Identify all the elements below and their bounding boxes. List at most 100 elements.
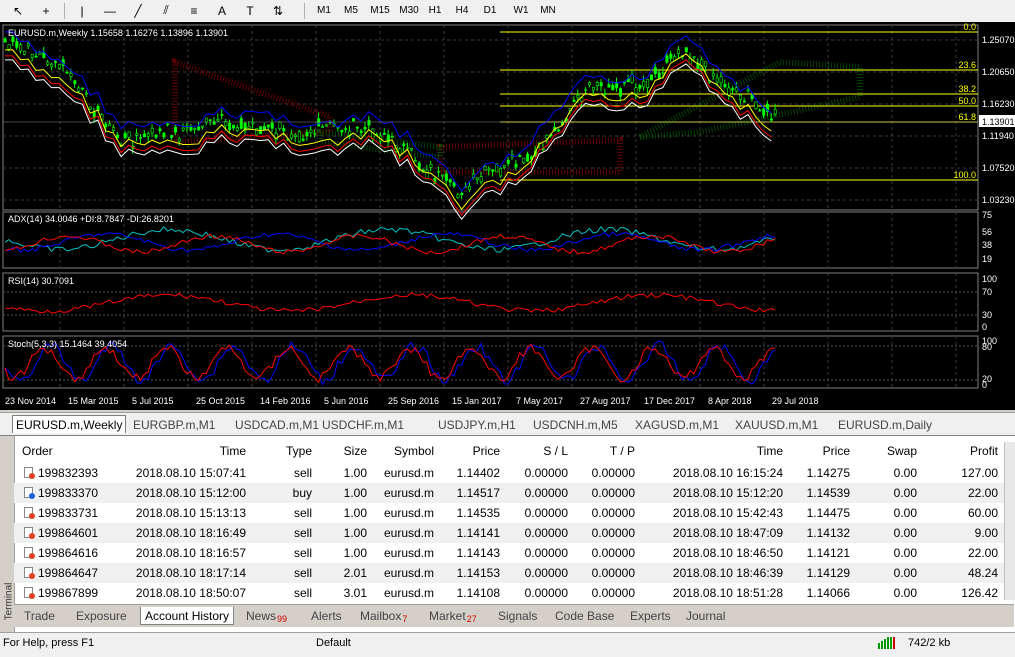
cell-type: sell <box>293 586 312 600</box>
terminal-tab-mailbox[interactable]: Mailbox 7 <box>360 607 407 624</box>
timeframe-m15[interactable]: M15 <box>368 3 392 18</box>
column-header-s-l[interactable]: S / L <box>543 444 568 458</box>
cell-close-time: 2018.08.10 18:47:09 <box>672 526 783 540</box>
cell-tp: 0.00000 <box>591 506 635 520</box>
timeframe-m30[interactable]: M30 <box>397 3 421 18</box>
table-row[interactable]: 199864616 2018.08.10 18:16:57 sell 1.00 euru… <box>14 543 1004 563</box>
column-header-time[interactable]: Time <box>220 444 246 458</box>
cell-symbol: eurusd.m <box>383 486 434 500</box>
column-header-profit[interactable]: Profit <box>970 444 998 458</box>
terminal-tab-trade[interactable]: Trade <box>24 607 55 624</box>
cell-close-price: 1.14121 <box>806 546 850 560</box>
chart-tab-eurusd-m-weekly[interactable]: EURUSD.m,Weekly <box>12 415 127 433</box>
tab-label: News <box>246 608 277 623</box>
timeframe-m5[interactable]: M5 <box>341 3 361 18</box>
table-row[interactable]: 199833731 2018.08.10 15:13:13 sell 1.00 euru… <box>14 503 1004 523</box>
chart-tab-xauusd-m-m1[interactable]: XAUUSD.m,M1 <box>735 416 818 433</box>
column-header-type[interactable]: Type <box>286 444 312 458</box>
terminal-tab-market[interactable]: Market 27 <box>429 607 477 624</box>
chart-window[interactable]: 0.0 23.6 38.2 50.0 61.8 100.0 EURUSD.m,Weekly… <box>0 22 1015 410</box>
connection-icon <box>878 637 895 649</box>
cell-close-time: 2018.08.10 18:51:28 <box>672 586 783 600</box>
table-row[interactable]: 199833370 2018.08.10 15:12:00 buy 1.00 eurus… <box>14 483 1004 503</box>
cell-swap: 0.00 <box>893 586 917 600</box>
timeframe-d1[interactable]: D1 <box>480 3 500 18</box>
adx-line <box>4 225 776 253</box>
cell-open-time: 2018.08.10 18:16:49 <box>135 526 246 540</box>
rsi-line <box>4 292 776 314</box>
sell-order-icon <box>24 507 35 519</box>
chart-tab-xagusd-m-m1[interactable]: XAGUSD.m,M1 <box>635 416 719 433</box>
horizontal-line-icon[interactable]: — <box>100 2 120 19</box>
trendline-icon[interactable]: ╱ <box>128 2 148 19</box>
chart-pane-0 <box>2 24 979 211</box>
terminal-tab-code-base[interactable]: Code Base <box>555 607 614 624</box>
stoch-signal-line <box>4 343 776 384</box>
chart-tab-usdjpy-m-h1[interactable]: USDJPY.m,H1 <box>438 416 516 433</box>
cursor-icon[interactable]: ↖ <box>8 2 28 19</box>
chart-tab-usdcnh-m-m5[interactable]: USDCNH.m,M5 <box>533 416 618 433</box>
terminal-tab-exposure[interactable]: Exposure <box>76 607 127 624</box>
sell-order-icon <box>24 567 35 579</box>
cell-price: 1.14517 <box>456 486 500 500</box>
timeframe-h4[interactable]: H4 <box>452 3 472 18</box>
cell-tp: 0.00000 <box>591 566 635 580</box>
fibonacci-icon[interactable]: ≡ <box>184 2 204 19</box>
timeframe-w1[interactable]: W1 <box>511 3 531 18</box>
column-header-symbol[interactable]: Symbol <box>394 444 434 458</box>
status-traffic: 742/2 kb <box>908 637 951 649</box>
cell-symbol: eurusd.m <box>383 546 434 560</box>
vertical-line-icon[interactable]: | <box>72 2 92 19</box>
timeframe-h1[interactable]: H1 <box>425 3 445 18</box>
terminal-tab-experts[interactable]: Experts <box>630 607 671 624</box>
chart-tab-eurgbp-m-m1[interactable]: EURGBP.m,M1 <box>133 416 215 433</box>
cell-close-time: 2018.08.10 15:12:20 <box>672 486 783 500</box>
tab-label: Account History <box>145 608 230 623</box>
cell-order: 199832393 <box>38 466 99 480</box>
cell-order: 199833731 <box>38 506 99 520</box>
cell-close-time: 2018.08.10 18:46:39 <box>672 566 783 580</box>
scrollbar[interactable] <box>1004 442 1015 600</box>
table-row[interactable]: 199832393 2018.08.10 15:07:41 sell 1.00 euru… <box>14 463 1004 483</box>
crosshair-icon[interactable]: + <box>36 2 56 19</box>
column-header-price[interactable]: Price <box>823 444 850 458</box>
text-icon[interactable]: A <box>212 2 232 19</box>
column-header-time[interactable]: Time <box>757 444 783 458</box>
cell-sl: 0.00000 <box>524 526 568 540</box>
column-header-t-p[interactable]: T / P <box>610 444 635 458</box>
table-row[interactable]: 199864647 2018.08.10 18:17:14 sell 2.01 euru… <box>14 563 1004 583</box>
chart-tab-eurusd-m-daily[interactable]: EURUSD.m,Daily <box>838 416 932 433</box>
cell-swap: 0.00 <box>893 506 917 520</box>
column-header-swap[interactable]: Swap <box>887 444 917 458</box>
terminal-tab-alerts[interactable]: Alerts <box>311 607 342 624</box>
arrows-icon[interactable]: ⇅ <box>268 2 288 19</box>
column-header-price[interactable]: Price <box>473 444 500 458</box>
timeframe-m1[interactable]: M1 <box>314 3 334 18</box>
adx-scale-label: 56 <box>982 227 992 237</box>
cell-sl: 0.00000 <box>524 466 568 480</box>
status-help: For Help, press F1 <box>3 637 95 649</box>
column-header-order[interactable]: Order <box>22 444 53 458</box>
table-row[interactable]: 199864601 2018.08.10 18:16:49 sell 1.00 euru… <box>14 523 1004 543</box>
terminal-tab-account-history[interactable]: Account History <box>140 607 235 625</box>
ma-blue-line <box>4 31 772 193</box>
cell-swap: 0.00 <box>893 566 917 580</box>
cell-sl: 0.00000 <box>524 566 568 580</box>
adx-scale-label: 75 <box>982 210 992 220</box>
column-header-size[interactable]: Size <box>344 444 367 458</box>
price-scale-label: 1.25070 <box>982 35 1015 45</box>
terminal-tab-news[interactable]: News 99 <box>246 607 287 624</box>
cell-close-time: 2018.08.10 18:46:50 <box>672 546 783 560</box>
timeframe-mn[interactable]: MN <box>537 3 559 18</box>
terminal-tab-journal[interactable]: Journal <box>686 607 725 624</box>
terminal-tab-signals[interactable]: Signals <box>498 607 537 624</box>
table-row[interactable]: 199867899 2018.08.10 18:50:07 sell 3.01 euru… <box>14 583 1004 603</box>
text-label-icon[interactable]: T <box>240 2 260 19</box>
chart-tab-usdcad-m-m1[interactable]: USDCAD.m,M1 <box>235 416 319 433</box>
equidistant-channel-icon[interactable]: ⫽ <box>156 2 176 19</box>
cell-order: 199864616 <box>38 546 99 560</box>
terminal-panel: Terminal Order Time Type Size Symbol Price S /… <box>0 435 1015 632</box>
tab-label: Exposure <box>76 608 127 623</box>
status-bar: For Help, press F1 Default 742/2 kb <box>0 632 1015 657</box>
chart-tab-usdchf-m-m1[interactable]: USDCHF.m,M1 <box>322 416 404 433</box>
